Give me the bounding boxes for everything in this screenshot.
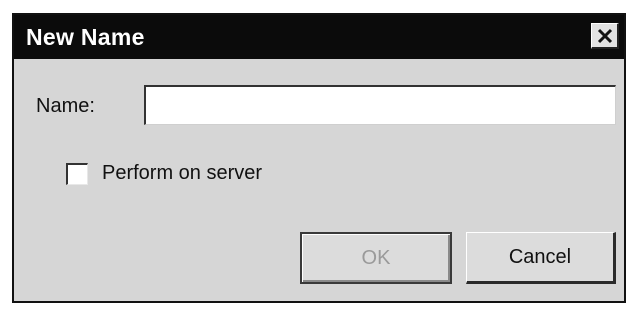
perform-on-server-label[interactable]: Perform on server [102, 161, 262, 185]
ok-button[interactable]: OK [300, 232, 452, 284]
close-button[interactable] [591, 23, 619, 49]
close-icon [597, 28, 613, 44]
cancel-button[interactable]: Cancel [466, 232, 616, 284]
perform-on-server-checkbox[interactable] [66, 163, 88, 185]
dialog-title: New Name [26, 24, 145, 50]
new-name-dialog: New Name Name: Perform on server OK Canc… [12, 13, 626, 303]
name-input[interactable] [144, 85, 616, 125]
title-bar[interactable]: New Name [14, 15, 624, 59]
name-label: Name: [36, 95, 95, 117]
